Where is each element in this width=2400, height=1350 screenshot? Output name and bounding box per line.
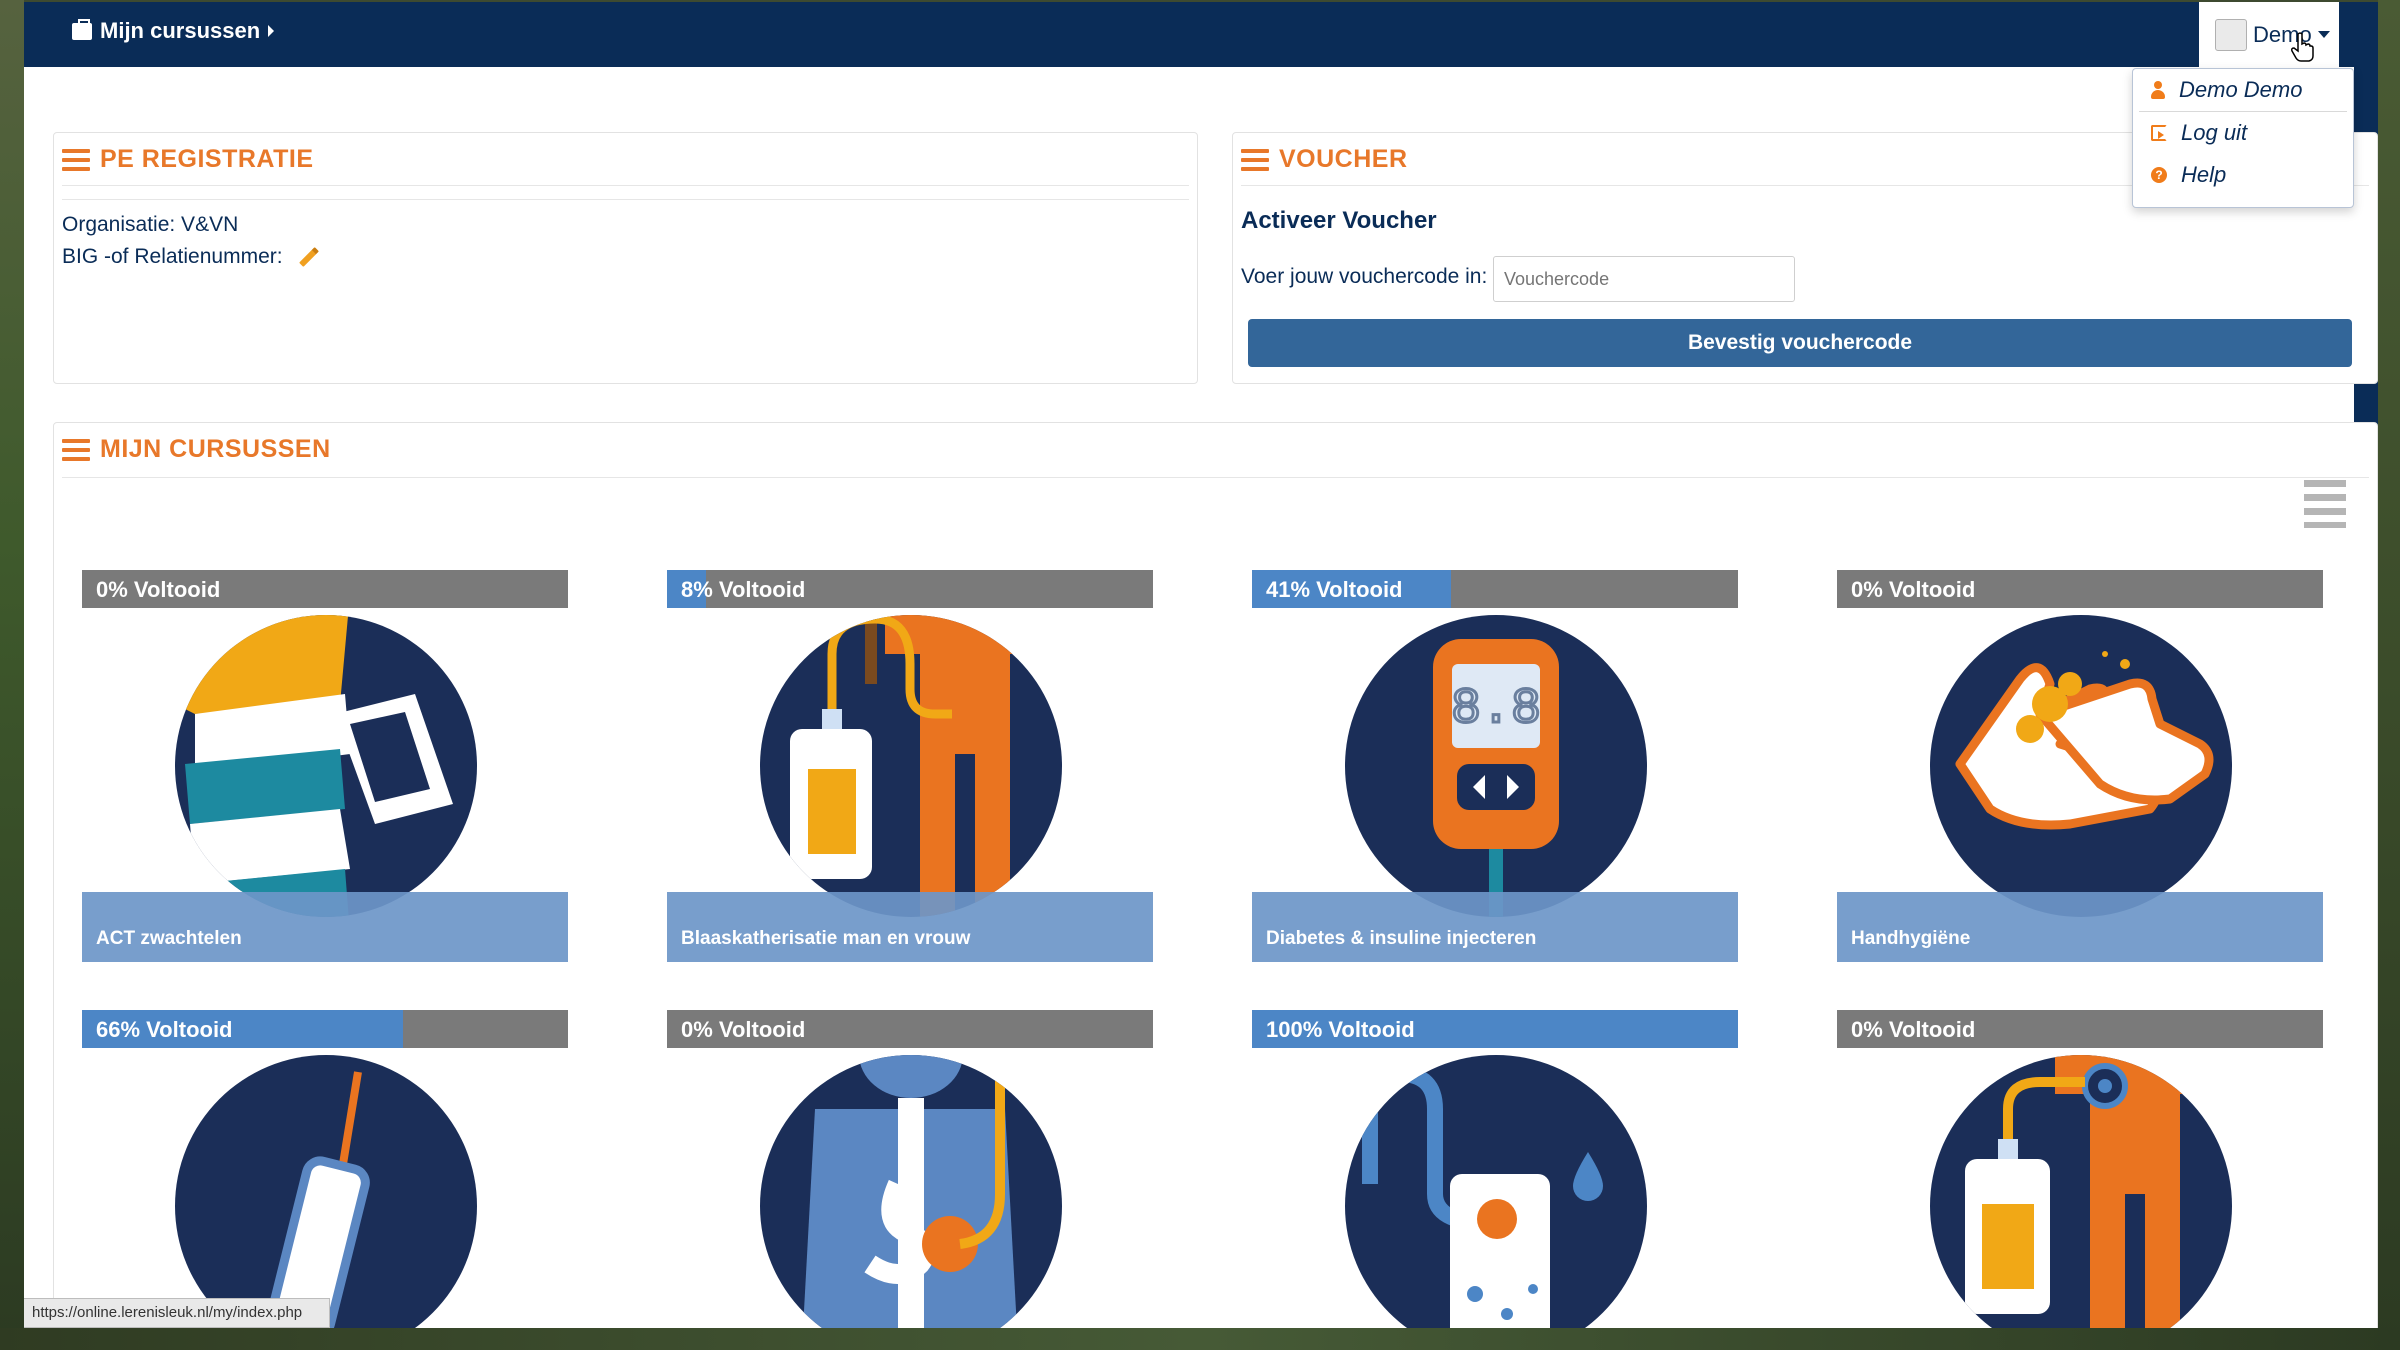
user-dropdown-menu: Demo Demo Log uit ? Help — [2132, 68, 2354, 208]
course-card[interactable]: 8.8 41% Voltooid Diabetes & insuline inj… — [1252, 570, 1738, 966]
briefcase-icon — [72, 18, 92, 40]
confirm-voucher-button[interactable]: Bevestig vouchercode — [1248, 319, 2352, 367]
big-number-label: BIG -of Relatienummer: — [62, 245, 283, 268]
course-card[interactable]: 0% Voltooid Handhygiëne — [1837, 570, 2323, 966]
voucher-heading: Activeer Voucher — [1241, 207, 1437, 234]
progress-label: 0% Voltooid — [681, 1017, 806, 1042]
course-title-band: Blaaskatherisatie man en vrouw — [667, 892, 1153, 962]
course-card[interactable]: 0% Voltooid ACT zwachtelen — [82, 570, 568, 966]
course-card[interactable]: 66% Voltooid — [82, 1010, 568, 1328]
menu-icon — [62, 148, 90, 171]
dropdown-item-help[interactable]: ? Help — [2133, 154, 2353, 196]
desktop-background-bottom — [0, 1328, 2400, 1350]
logout-icon — [2151, 125, 2167, 141]
list-view-toggle-icon[interactable] — [2304, 480, 2346, 528]
voucher-code-input[interactable] — [1493, 256, 1795, 302]
divider — [62, 477, 2369, 478]
progress-label: 66% Voltooid — [96, 1017, 233, 1042]
status-bar-url: https://online.lerenisleuk.nl/my/index.p… — [24, 1298, 330, 1328]
divider — [62, 199, 1189, 200]
panel-title: MIJN CURSUSSEN — [62, 435, 331, 464]
caret-right-icon — [268, 25, 275, 37]
course-card[interactable]: 0% Voltooid — [667, 1010, 1153, 1328]
course-card[interactable]: 8% Voltooid Blaaskatherisatie man en vro… — [667, 570, 1153, 966]
dropdown-item-logout[interactable]: Log uit — [2133, 112, 2353, 154]
help-icon: ? — [2151, 167, 2167, 183]
big-number-row: BIG -of Relatienummer: — [62, 245, 320, 269]
syringe-icon — [175, 1034, 477, 1328]
pencil-edit-icon[interactable] — [299, 247, 320, 268]
panel-title-text: MIJN CURSUSSEN — [100, 435, 331, 463]
progress-label: 8% Voltooid — [681, 577, 806, 602]
browser-window: Mijn cursussen Demo Demo Demo Log uit ? … — [24, 2, 2378, 1328]
progress-label: 0% Voltooid — [1851, 577, 1976, 602]
desktop-background-left — [0, 0, 24, 1350]
divider — [62, 185, 1189, 186]
progress-label: 100% Voltooid — [1266, 1017, 1415, 1042]
dropdown-item-label: Help — [2181, 162, 2227, 187]
progress-label: 41% Voltooid — [1266, 577, 1403, 602]
progress-label: 0% Voltooid — [1851, 1017, 1976, 1042]
course-title-band: ACT zwachtelen — [82, 892, 568, 962]
course-card[interactable]: 0% Voltooid — [1837, 1010, 2323, 1328]
course-title-band: Diabetes & insuline injecteren — [1252, 892, 1738, 962]
course-title-band: Handhygiëne — [1837, 892, 2323, 962]
course-title: ACT zwachtelen — [96, 928, 242, 949]
nav-brand-label: Mijn cursussen — [100, 18, 261, 43]
course-title: Blaaskatherisatie man en vrouw — [681, 928, 971, 949]
dropdown-item-label: Log uit — [2181, 120, 2248, 145]
menu-icon — [1241, 148, 1269, 171]
panel-title: VOUCHER — [1241, 145, 1408, 174]
organisation-text: Organisatie: V&VN — [62, 213, 239, 236]
user-icon — [2151, 81, 2165, 99]
svg-text:8.8: 8.8 — [1451, 681, 1541, 738]
panel-title: PE REGISTRATIE — [62, 145, 314, 174]
menu-icon — [62, 438, 90, 461]
course-title: Diabetes & insuline injecteren — [1266, 928, 1537, 949]
stomach-tube-icon — [760, 1034, 1062, 1328]
voucher-prompt: Voer jouw vouchercode in: — [1241, 265, 1488, 288]
user-menu-toggle[interactable]: Demo — [2199, 2, 2339, 67]
dropdown-item-profile[interactable]: Demo Demo — [2133, 69, 2353, 111]
dropdown-item-label: Demo Demo — [2179, 77, 2303, 102]
infusion-bag-icon — [1345, 1034, 1647, 1328]
nav-brand-link[interactable]: Mijn cursussen — [72, 18, 275, 44]
hand-cursor-icon — [2291, 32, 2314, 62]
progress-label: 0% Voltooid — [96, 577, 221, 602]
pe-registratie-panel: PE REGISTRATIE Organisatie: V&VN BIG -of… — [53, 132, 1198, 384]
panel-title-text: VOUCHER — [1279, 145, 1408, 173]
course-card[interactable]: 100% Voltooid — [1252, 1010, 1738, 1328]
top-navbar: Mijn cursussen Demo — [24, 2, 2378, 67]
course-title: Handhygiëne — [1851, 928, 1971, 949]
chevron-down-icon — [2317, 31, 2330, 38]
desktop-background-right — [2378, 0, 2400, 1350]
urine-bag-icon — [1930, 1034, 2232, 1328]
panel-title-text: PE REGISTRATIE — [100, 145, 314, 173]
avatar — [2215, 18, 2247, 51]
